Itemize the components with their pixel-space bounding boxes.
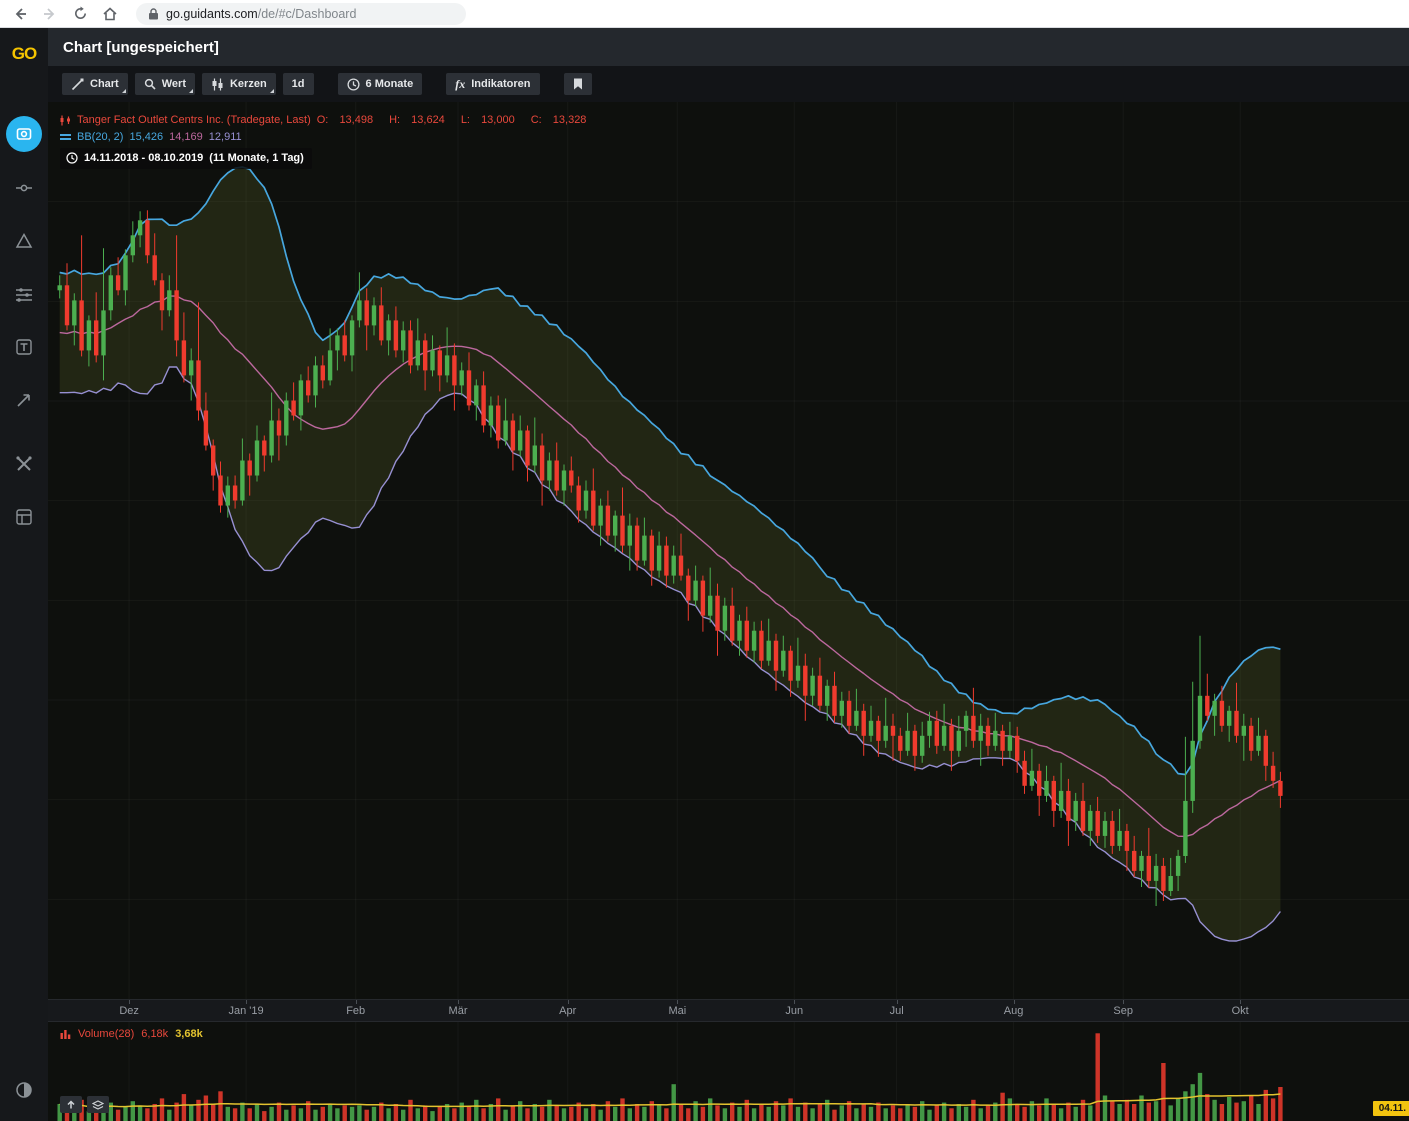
x-axis-tick [129, 1000, 130, 1004]
app-sidebar: GO [0, 28, 48, 1121]
volume-bars-icon [60, 1029, 71, 1039]
x-axis-label: Jun [772, 1005, 816, 1017]
chart-legend: Tanger Fact Outlet Centrs Inc. (Tradegat… [60, 112, 602, 170]
instrument-search-button[interactable]: Wert [135, 73, 195, 95]
period-button[interactable]: 6 Monate [338, 73, 423, 95]
arrow-up-icon [66, 1100, 76, 1110]
date-range-info: (11 Monate, 1 Tag) [209, 150, 304, 166]
x-axis-label: Jan '19 [224, 1005, 268, 1017]
sidebar-item-chart[interactable] [6, 116, 42, 152]
instrument-name: Tanger Fact Outlet Centrs Inc. (Tradegat… [77, 112, 311, 128]
x-axis-tick [794, 1000, 795, 1004]
instrument-legend[interactable]: Tanger Fact Outlet Centrs Inc. (Tradegat… [60, 112, 602, 128]
x-axis-label: Apr [546, 1005, 590, 1017]
x-axis-label: Aug [992, 1005, 1036, 1017]
x-axis-tick [1123, 1000, 1124, 1004]
chart-line-icon [71, 78, 84, 91]
indicator-sliders-icon[interactable] [10, 280, 38, 308]
lock-icon [148, 8, 159, 20]
text-tool-icon[interactable] [10, 333, 38, 361]
x-axis-tick [677, 1000, 678, 1004]
collapse-pane-button[interactable] [60, 1096, 82, 1113]
url-text: go.guidants.com/de/#c/Dashboard [166, 7, 356, 21]
bollinger-legend[interactable]: BB(20, 2) 15,426 14,169 12,911 [60, 129, 602, 145]
layout-panel-icon[interactable] [10, 503, 38, 531]
chart-type-button[interactable]: Chart [62, 73, 128, 95]
pane-layers-button[interactable] [87, 1096, 109, 1113]
date-range: 14.11.2018 - 08.10.2019 [84, 150, 203, 166]
x-axis-tick [356, 1000, 357, 1004]
bookmark-button[interactable] [564, 73, 592, 95]
pane-controls [60, 1096, 109, 1113]
widget-header: Chart [ungespeichert] [48, 28, 1409, 66]
x-axis-label: Mai [655, 1005, 699, 1017]
x-axis-tick [568, 1000, 569, 1004]
date-range-row[interactable]: 14.11.2018 - 08.10.2019 (11 Monate, 1 Ta… [60, 146, 602, 169]
range-clock-icon [66, 152, 78, 164]
x-axis-label: Mär [436, 1005, 480, 1017]
back-icon[interactable] [10, 4, 30, 24]
volume-pane[interactable]: Volume(28) 6,18k 3,68k 04.11. [48, 1022, 1409, 1121]
draw-arrow-icon[interactable] [10, 386, 38, 414]
triangle-tool-icon[interactable] [10, 227, 38, 255]
home-icon[interactable] [100, 4, 120, 24]
price-chart-pane[interactable]: Tanger Fact Outlet Centrs Inc. (Tradegat… [48, 102, 1409, 999]
ohlc-values: O: 13,498H: 13,624L: 13,000C: 13,328 [317, 112, 603, 128]
x-axis-label: Okt [1218, 1005, 1262, 1017]
x-axis-tick [1014, 1000, 1015, 1004]
contrast-toggle-icon[interactable] [10, 1076, 38, 1104]
bb-line-icon [60, 133, 71, 141]
x-axis-label: Jul [875, 1005, 919, 1017]
time-axis[interactable]: Dez Jan '19 Feb Mär Apr Mai Jun Jul Aug Sep Okt [48, 999, 1409, 1022]
interval-button[interactable]: 1d [283, 73, 314, 95]
x-axis-tick [246, 1000, 247, 1004]
browser-toolbar: go.guidants.com/de/#c/Dashboard [0, 0, 1409, 28]
guidants-logo[interactable]: GO [0, 36, 48, 72]
page-title: Chart [ungespeichert] [63, 39, 219, 56]
volume-canvas[interactable] [48, 1022, 1409, 1121]
x-axis-label: Sep [1101, 1005, 1145, 1017]
fx-icon: fx [455, 77, 465, 92]
forward-icon[interactable] [40, 4, 60, 24]
chart-toolbar: Chart Wert Kerzen 1d [48, 66, 1409, 102]
main-panel: Chart [ungespeichert] Chart Wert Kerzen [48, 28, 1409, 1121]
tools-icon[interactable] [10, 450, 38, 478]
address-bar[interactable]: go.guidants.com/de/#c/Dashboard [136, 3, 466, 25]
x-axis-label: Feb [334, 1005, 378, 1017]
x-axis-label: Dez [107, 1005, 151, 1017]
x-axis-tick [1240, 1000, 1241, 1004]
candle-style-button[interactable]: Kerzen [202, 73, 276, 95]
volume-legend[interactable]: Volume(28) 6,18k 3,68k [60, 1028, 203, 1040]
x-axis-tick [897, 1000, 898, 1004]
clock-icon [347, 78, 360, 91]
price-chart-canvas[interactable] [48, 102, 1409, 999]
divider-tool-icon[interactable] [10, 174, 38, 202]
candles-icon [211, 78, 224, 91]
axis-value-tag: 04.11. [1373, 1101, 1409, 1116]
search-icon [144, 78, 156, 90]
bookmark-icon [573, 78, 583, 90]
reload-icon[interactable] [70, 4, 90, 24]
indicators-button[interactable]: fx Indikatoren [446, 73, 539, 95]
layers-icon [92, 1100, 104, 1110]
x-axis-tick [458, 1000, 459, 1004]
instrument-icon [60, 115, 71, 126]
